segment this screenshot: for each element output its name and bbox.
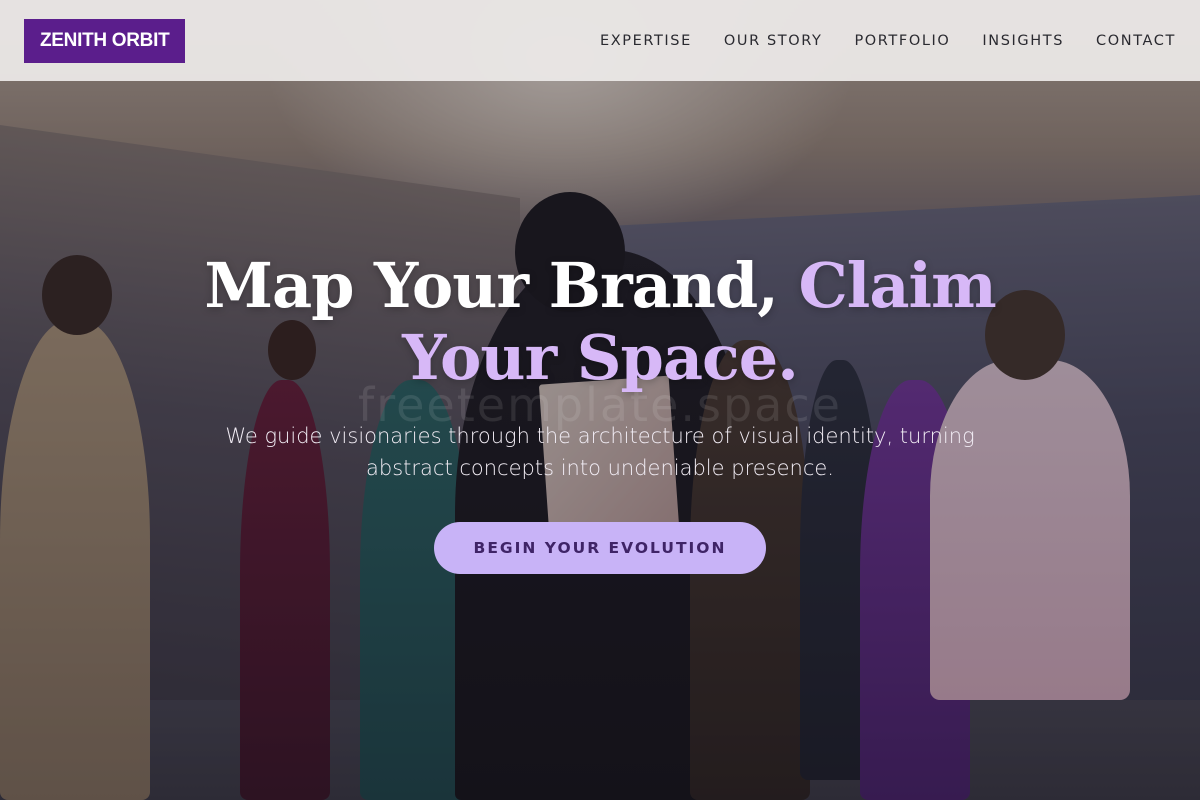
brand-logo[interactable]: ZENITH ORBIT — [24, 18, 186, 63]
hero-title: Map Your Brand, Claim Your Space. — [190, 250, 1010, 394]
nav-link-contact[interactable]: CONTACT — [1096, 33, 1176, 49]
hero-section: Map Your Brand, Claim Your Space. We gui… — [0, 250, 1200, 574]
begin-evolution-button[interactable]: BEGIN YOUR EVOLUTION — [433, 522, 767, 574]
hero-title-main: Map Your Brand, — [204, 249, 799, 322]
nav-link-expertise[interactable]: EXPERTISE — [600, 33, 692, 49]
main-nav: EXPERTISE OUR STORY PORTFOLIO INSIGHTS C… — [568, 33, 1176, 49]
hero-subtitle: We guide visionaries through the archite… — [225, 424, 975, 480]
site-header: ZENITH ORBIT EXPERTISE OUR STORY PORTFOL… — [0, 0, 1200, 81]
nav-link-portfolio[interactable]: PORTFOLIO — [854, 33, 950, 49]
nav-link-our-story[interactable]: OUR STORY — [724, 33, 823, 49]
nav-link-insights[interactable]: INSIGHTS — [982, 33, 1064, 49]
